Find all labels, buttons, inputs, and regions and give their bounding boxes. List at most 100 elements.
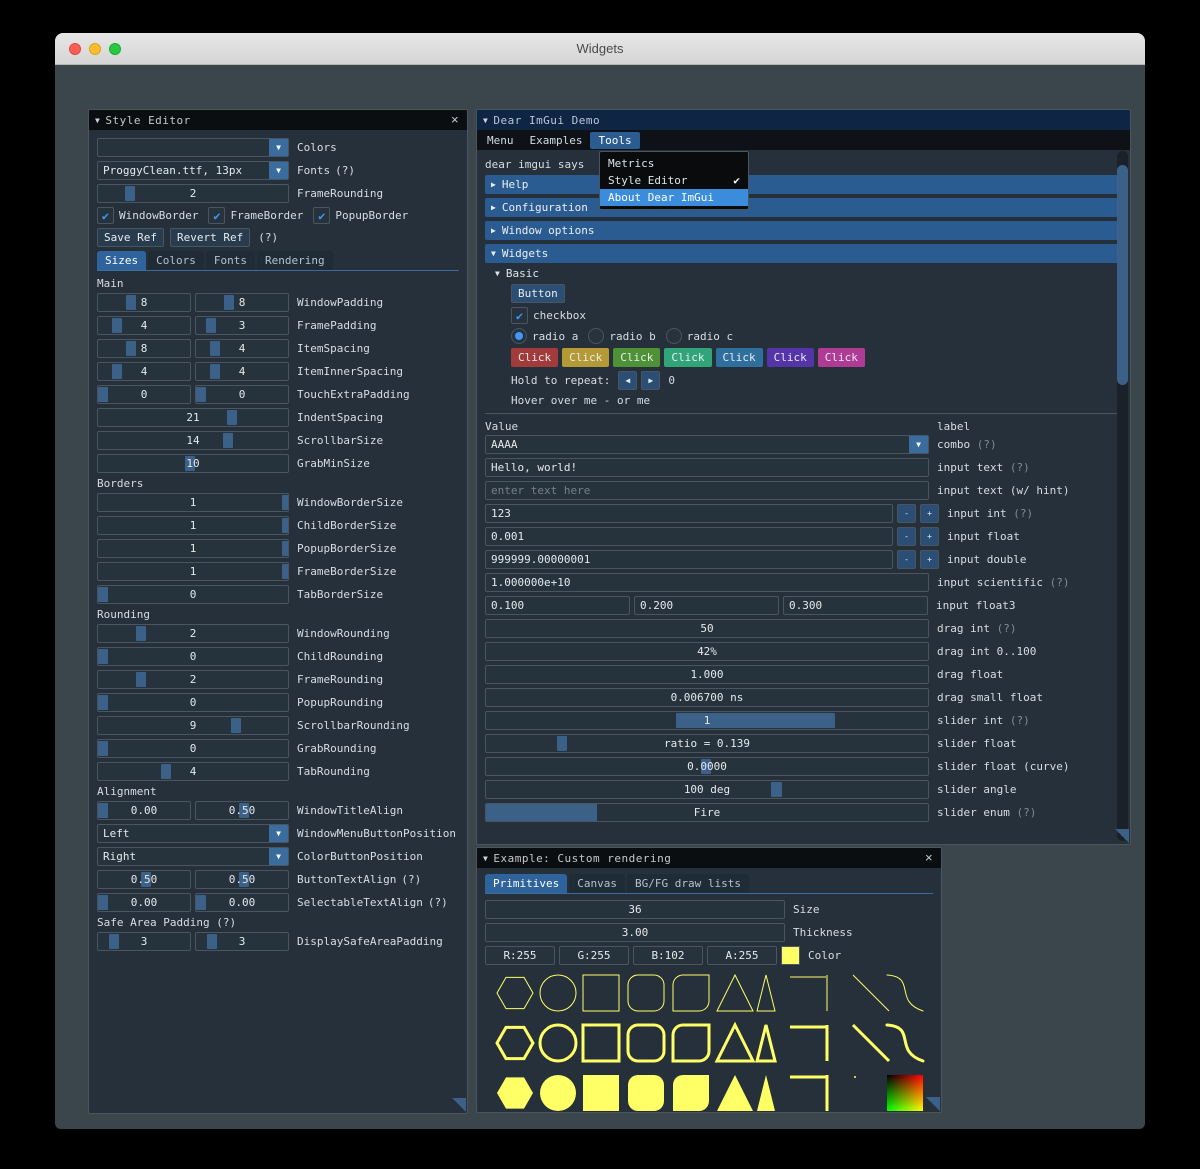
stepper-input-5[interactable]: 999999.00000001 <box>485 550 893 569</box>
color-g-field[interactable]: G:255 <box>559 946 629 965</box>
click-button-2[interactable]: Click <box>613 348 661 367</box>
drag-help-icon[interactable]: (?) <box>990 622 1017 635</box>
minimize-window-button[interactable] <box>89 42 101 55</box>
drag-slider-1[interactable]: 42% <box>485 642 929 661</box>
tab-rendering[interactable]: Rendering <box>257 251 333 270</box>
color-a-field[interactable]: A:255 <box>707 946 777 965</box>
FrameBorderSize-slider[interactable]: 1 <box>97 562 289 581</box>
float3-field-1[interactable]: 0.200 <box>634 596 779 615</box>
drag-slider-3[interactable]: 0.006700 ns <box>485 688 929 707</box>
radio-a[interactable] <box>511 328 527 344</box>
frame-rounding-slider[interactable]: 2 <box>97 184 289 203</box>
demo-menubar[interactable]: Menu Examples Tools <box>477 130 1130 150</box>
PopupRounding-slider[interactable]: 0 <box>97 693 289 712</box>
arrow-right-button[interactable]: ▶ <box>641 371 661 390</box>
tree-node-basic[interactable]: ▼ Basic <box>495 267 1122 280</box>
hover-text[interactable]: Hover over me - or me <box>511 394 650 407</box>
TabBorderSize-slider[interactable]: 0 <box>97 585 289 604</box>
input-label-3-help-icon[interactable]: (?) <box>1007 507 1033 520</box>
close-window-button[interactable] <box>69 42 81 55</box>
ChildBorderSize-slider[interactable]: 1 <box>97 516 289 535</box>
text-input-2[interactable]: enter text here <box>485 481 929 500</box>
drag-slider-7[interactable]: 100 deg <box>485 780 929 799</box>
TabRounding-slider[interactable]: 4 <box>97 762 289 781</box>
save-ref-button[interactable]: Save Ref <box>97 228 164 247</box>
TouchExtraPadding-x[interactable]: 0 <box>97 385 191 404</box>
popup-item-about[interactable]: About Dear ImGui <box>600 189 748 206</box>
safe-area-help-icon[interactable]: (?) <box>216 916 236 929</box>
size-drag[interactable]: 36 <box>485 900 785 919</box>
collapse-icon[interactable]: ▼ <box>483 116 488 125</box>
click-button-6[interactable]: Click <box>817 348 865 367</box>
GrabMinSize-slider[interactable]: 10 <box>97 454 289 473</box>
resize-grip[interactable] <box>926 1097 940 1111</box>
tab-colors[interactable]: Colors <box>148 251 204 270</box>
menu-item-examples[interactable]: Examples <box>522 132 591 149</box>
window-title-align-x[interactable]: 0.00 <box>97 801 191 820</box>
click-button-4[interactable]: Click <box>715 348 763 367</box>
selectable-text-align-help-icon[interactable]: (?) <box>428 896 448 909</box>
stepper-minus-button[interactable]: - <box>897 550 916 569</box>
input-label-6-help-icon[interactable]: (?) <box>1043 576 1070 589</box>
checkbox-windowborder[interactable] <box>97 207 114 224</box>
custom-rendering-titlebar[interactable]: ▼ Example: Custom rendering × <box>477 848 941 868</box>
close-icon[interactable]: × <box>922 851 936 865</box>
traffic-lights[interactable] <box>69 42 121 55</box>
collapse-icon[interactable]: ▼ <box>483 854 488 863</box>
drag-slider-6[interactable]: 0.0000 <box>485 757 929 776</box>
resize-grip[interactable] <box>452 1098 466 1112</box>
colors-combo[interactable]: ▼ <box>97 138 289 157</box>
fonts-help-icon[interactable]: (?) <box>335 164 355 177</box>
PopupBorderSize-slider[interactable]: 1 <box>97 539 289 558</box>
text-input-1[interactable]: Hello, world! <box>485 458 929 477</box>
stepper-plus-button[interactable]: + <box>920 504 939 523</box>
color-button-position[interactable]: Right ▼ <box>97 847 289 866</box>
ItemInnerSpacing-x[interactable]: 4 <box>97 362 191 381</box>
stepper-minus-button[interactable]: - <box>897 504 916 523</box>
window-title-align-y[interactable]: 0.50 <box>195 801 289 820</box>
style-editor-tabbar[interactable]: Sizes Colors Fonts Rendering <box>97 251 459 271</box>
menu-item-tools[interactable]: Tools <box>590 131 640 149</box>
drag-slider-2[interactable]: 1.000 <box>485 665 929 684</box>
WindowRounding-slider[interactable]: 2 <box>97 624 289 643</box>
checkbox-popupborder[interactable] <box>313 207 331 224</box>
close-icon[interactable]: × <box>448 113 462 127</box>
input-label-1-help-icon[interactable]: (?) <box>1003 461 1030 474</box>
FrameRounding-slider[interactable]: 2 <box>97 670 289 689</box>
button-text-align-x[interactable]: 0.50 <box>97 870 191 889</box>
selectable-text-align-y[interactable]: 0.00 <box>195 893 289 912</box>
WindowPadding-x[interactable]: 8 <box>97 293 191 312</box>
thickness-drag[interactable]: 3.00 <box>485 923 785 942</box>
tab-fonts[interactable]: Fonts <box>205 251 255 270</box>
WindowBorderSize-slider[interactable]: 1 <box>97 493 289 512</box>
resize-grip[interactable] <box>1115 829 1129 843</box>
primitives-draw-canvas[interactable] <box>485 969 933 1112</box>
text-input-6[interactable]: 1.000000e+10 <box>485 573 929 592</box>
stepper-minus-button[interactable]: - <box>897 527 916 546</box>
radio-b[interactable] <box>588 328 605 344</box>
drag-slider-5[interactable]: ratio = 0.139 <box>485 734 929 753</box>
chevron-down-icon[interactable]: ▼ <box>269 139 288 156</box>
tab-primitives[interactable]: Primitives <box>485 874 568 893</box>
color-swatch[interactable] <box>781 946 800 965</box>
checkbox-frameborder[interactable] <box>208 207 226 224</box>
drag-help-icon[interactable]: (?) <box>1010 806 1036 819</box>
stepper-input-4[interactable]: 0.001 <box>485 527 893 546</box>
ItemSpacing-x[interactable]: 8 <box>97 339 191 358</box>
basic-checkbox[interactable] <box>511 307 528 324</box>
click-button-1[interactable]: Click <box>562 348 610 367</box>
click-button-3[interactable]: Click <box>664 348 712 367</box>
color-b-field[interactable]: B:102 <box>633 946 703 965</box>
tree-node-widgets[interactable]: ▼ Widgets <box>485 244 1122 263</box>
IndentSpacing-slider[interactable]: 21 <box>97 408 289 427</box>
demo-titlebar[interactable]: ▼ Dear ImGui Demo <box>477 110 1130 130</box>
WindowPadding-y[interactable]: 8 <box>195 293 289 312</box>
button-text-align-y[interactable]: 0.50 <box>195 870 289 889</box>
arrow-left-button[interactable]: ◀ <box>618 371 638 390</box>
combo-field[interactable]: AAAA ▼ <box>485 435 929 454</box>
tab-sizes[interactable]: Sizes <box>97 251 147 270</box>
demo-scrollbar[interactable] <box>1117 151 1128 841</box>
tab-bgfg-draw-lists[interactable]: BG/FG draw lists <box>626 874 749 893</box>
popup-item-metrics[interactable]: Metrics <box>600 155 748 172</box>
drag-slider-0[interactable]: 50 <box>485 619 929 638</box>
